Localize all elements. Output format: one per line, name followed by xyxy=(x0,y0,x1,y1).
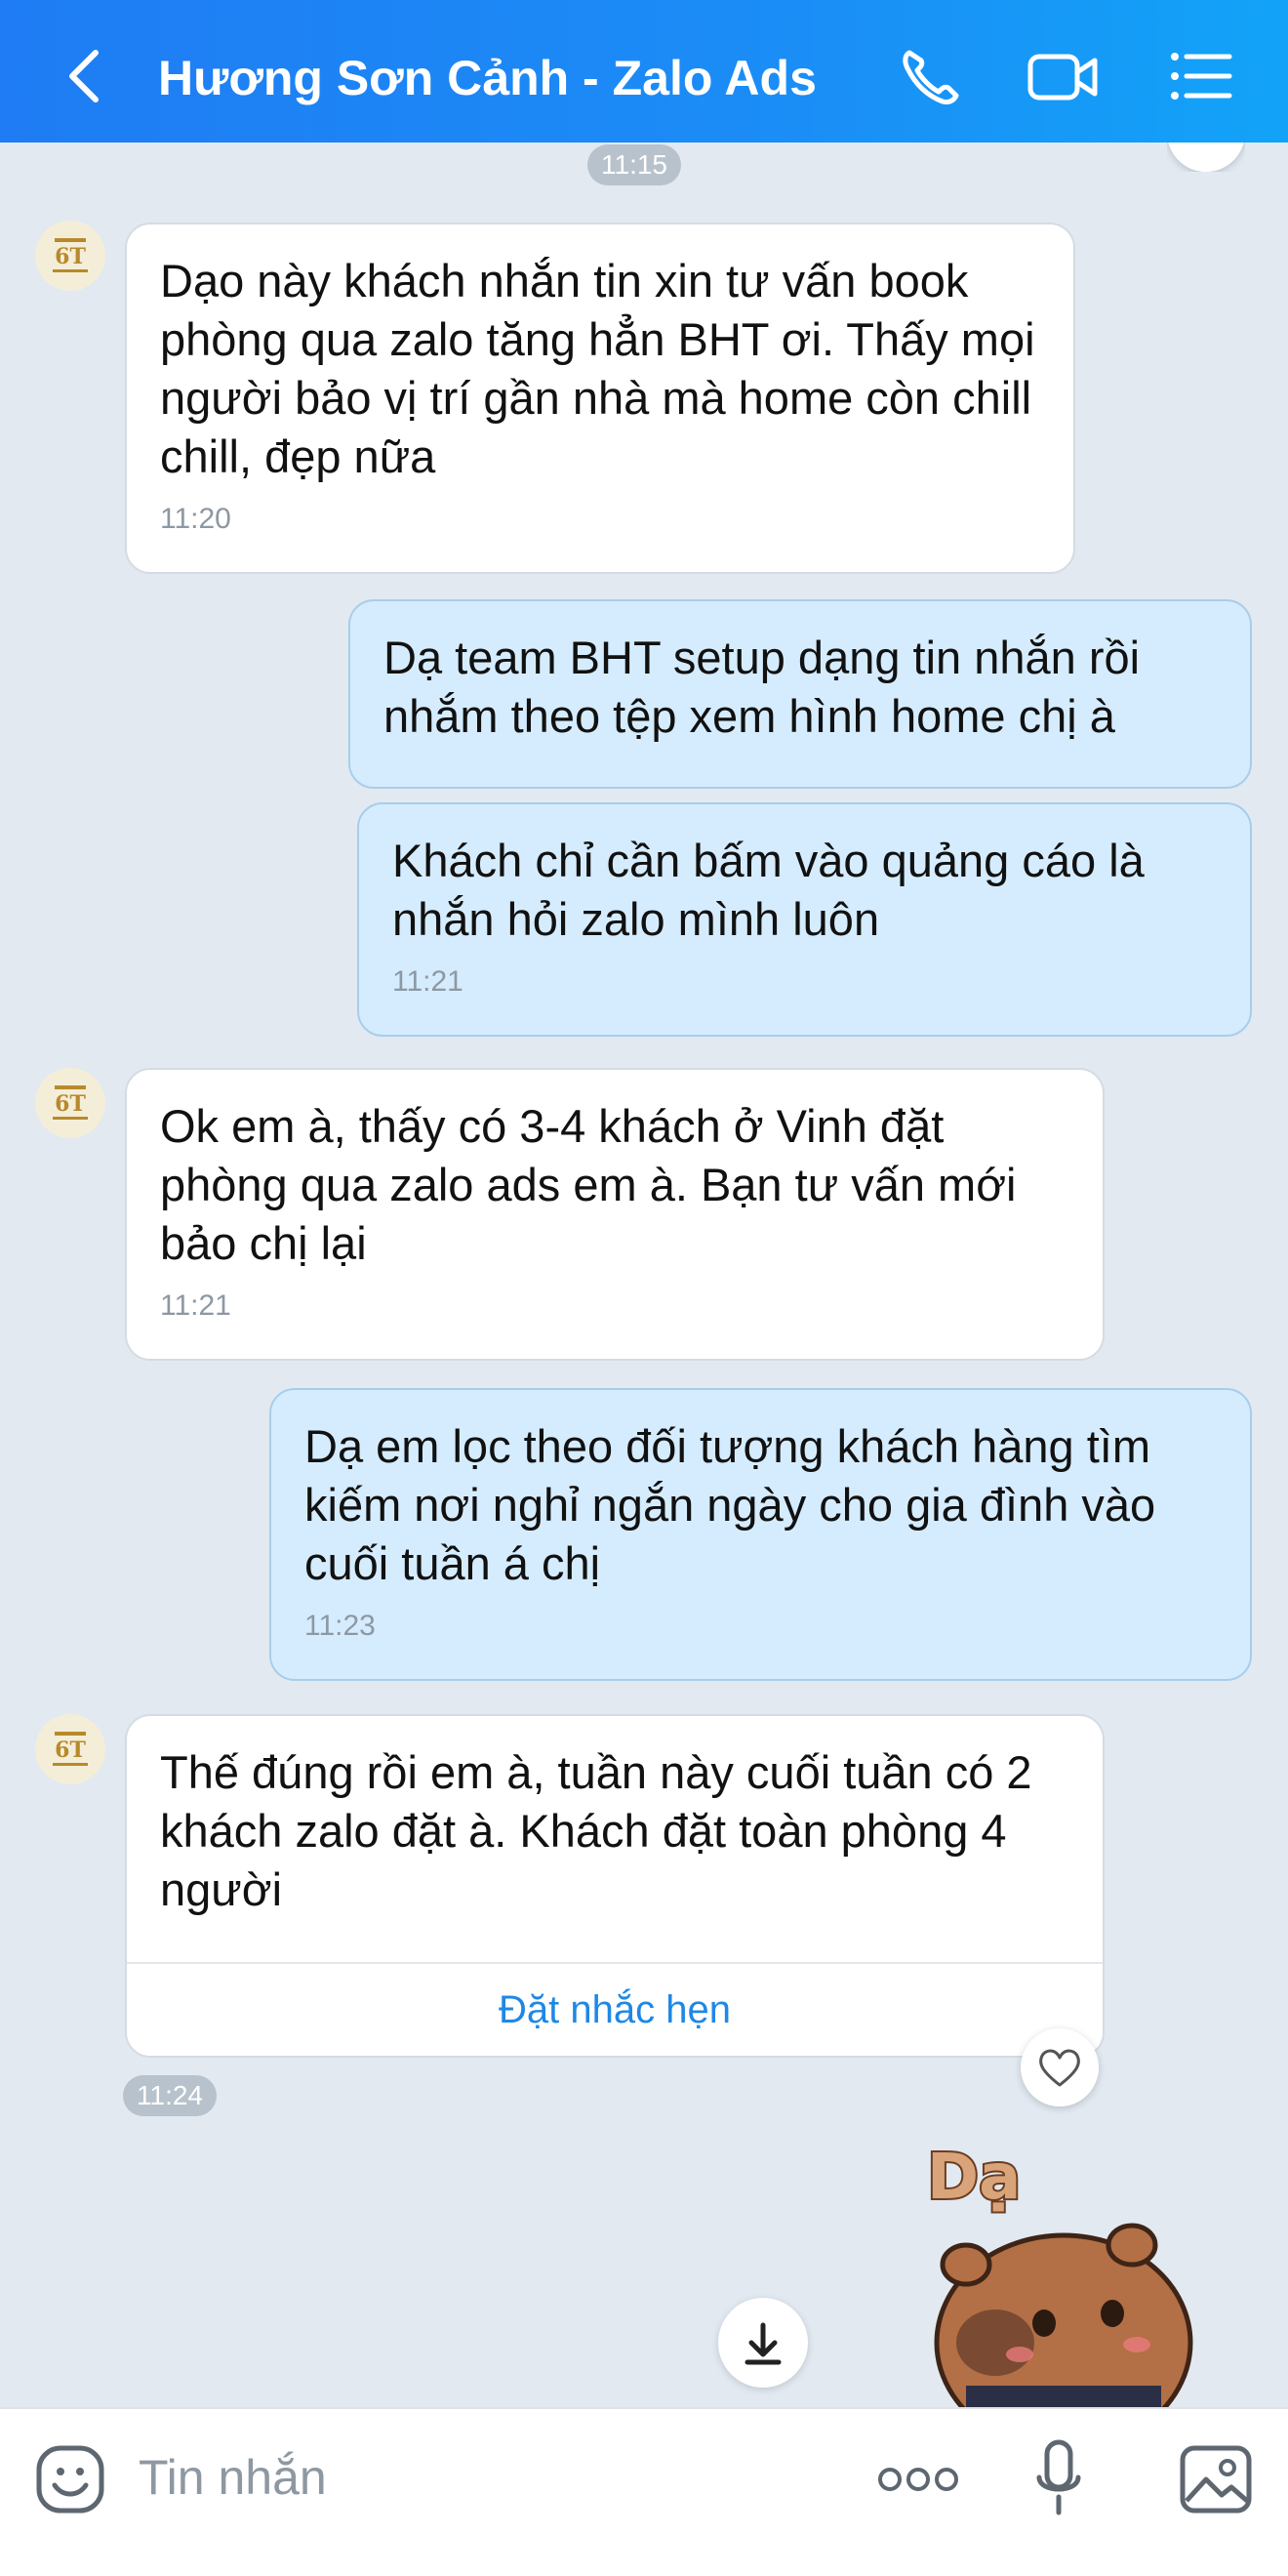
outgoing-message[interactable]: Dạ em lọc theo đối tượng khách hàng tìm … xyxy=(269,1388,1252,1681)
message-time: 11:20 xyxy=(160,503,231,535)
message-text: Ok em à, thấy có 3-4 khách ở Vinh đặt ph… xyxy=(160,1100,1017,1269)
message-time: 11:21 xyxy=(160,1289,231,1322)
message-composer: Tin nhắn xyxy=(0,2407,1288,2576)
sticker[interactable]: Dạ xyxy=(878,2128,1200,2453)
incoming-message[interactable]: Thế đúng rồi em à, tuần này cuối tuần có… xyxy=(125,1714,1105,2058)
more-dots-icon[interactable] xyxy=(876,2462,960,2497)
message-text: Dạo này khách nhắn tin xin tư vấn book p… xyxy=(160,255,1035,482)
retreat-logo-icon: 6T xyxy=(53,1732,88,1766)
contact-avatar[interactable]: 6T xyxy=(35,1714,105,1784)
set-reminder-button[interactable]: Đặt nhắc hẹn xyxy=(127,1962,1103,2056)
download-arrow-icon xyxy=(745,2322,782,2365)
incoming-message[interactable]: Dạo này khách nhắn tin xin tư vấn book p… xyxy=(125,223,1075,574)
chat-header: Hương Sơn Cảnh - Zalo Ads xyxy=(0,0,1288,143)
message-text: Dạ team BHT setup dạng tin nhắn rồi nhắm… xyxy=(383,632,1141,742)
image-icon[interactable] xyxy=(1179,2444,1253,2515)
message-time-pill: 11:24 xyxy=(123,2075,217,2116)
emoji-icon[interactable] xyxy=(35,2444,105,2515)
retreat-logo-icon: 6T xyxy=(53,1085,88,1120)
message-time: 11:23 xyxy=(304,1610,376,1642)
microphone-icon[interactable] xyxy=(1034,2438,1083,2520)
time-separator: 11:15 xyxy=(587,144,681,185)
message-input[interactable]: Tin nhắn xyxy=(139,2448,327,2507)
outgoing-message[interactable]: Khách chỉ cần bấm vào quảng cáo là nhắn … xyxy=(357,802,1252,1037)
reaction-heart-button[interactable] xyxy=(1021,2028,1099,2106)
retreat-logo-icon: 6T xyxy=(53,238,88,272)
svg-text:6T: 6T xyxy=(55,1738,86,1763)
phone-icon[interactable] xyxy=(896,45,964,107)
video-camera-icon[interactable] xyxy=(1026,45,1101,107)
outgoing-message[interactable]: Dạ team BHT setup dạng tin nhắn rồi nhắm… xyxy=(348,599,1252,789)
back-chevron-icon[interactable] xyxy=(60,47,109,105)
svg-text:6T: 6T xyxy=(55,1091,86,1117)
message-text: Thế đúng rồi em à, tuần này cuối tuần có… xyxy=(160,1746,1032,1915)
incoming-message[interactable]: Ok em à, thấy có 3-4 khách ở Vinh đặt ph… xyxy=(125,1068,1105,1361)
heart-icon xyxy=(1039,2049,1080,2087)
list-menu-icon[interactable] xyxy=(1167,45,1235,107)
svg-text:6T: 6T xyxy=(55,244,86,269)
chat-title[interactable]: Hương Sơn Cảnh - Zalo Ads xyxy=(158,49,817,107)
contact-avatar[interactable]: 6T xyxy=(35,221,105,291)
sticker-text: Dạ xyxy=(927,2142,1021,2214)
message-text: Khách chỉ cần bấm vào quảng cáo là nhắn … xyxy=(392,835,1145,945)
capybara-sticker-icon: Dạ xyxy=(925,2140,1193,2453)
message-text: Dạ em lọc theo đối tượng khách hàng tìm … xyxy=(304,1420,1156,1589)
contact-avatar[interactable]: 6T xyxy=(35,1068,105,1138)
scroll-to-bottom-button[interactable] xyxy=(718,2298,808,2388)
message-time: 11:21 xyxy=(392,965,463,998)
